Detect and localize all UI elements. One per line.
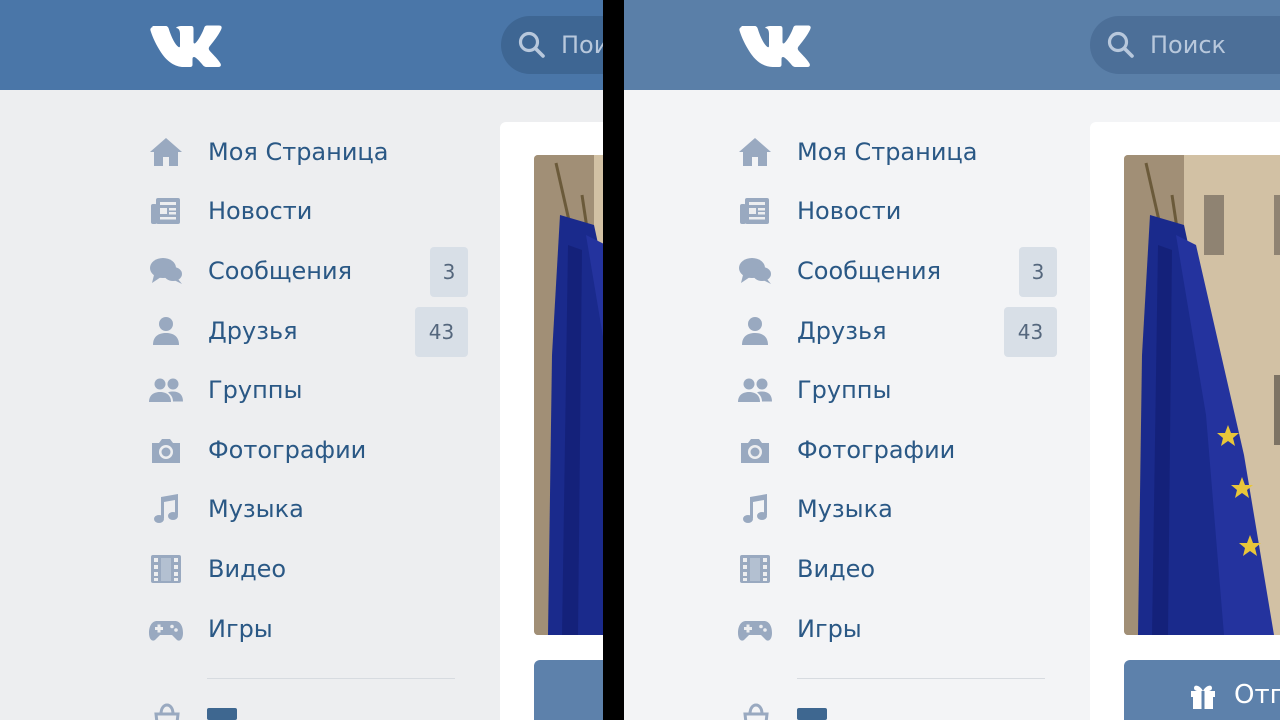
search-box[interactable]: Поиск (1090, 16, 1280, 74)
games-icon (737, 611, 773, 647)
menu-item-news[interactable]: Новости (737, 182, 1057, 242)
menu-item-photos[interactable]: Фотографии (148, 420, 468, 480)
search-icon (517, 30, 547, 60)
menu-item-games[interactable]: Игры (737, 599, 1057, 659)
menu-item-messages[interactable]: Сообщения 3 (148, 241, 468, 301)
content-card (500, 122, 603, 720)
music-icon (737, 491, 773, 527)
eu-flags-photo[interactable] (1124, 155, 1280, 635)
messages-count-badge: 3 (1019, 247, 1057, 298)
menu-item-music[interactable]: Музыка (737, 480, 1057, 540)
menu-item-label: Моя Страница (208, 137, 389, 166)
eu-flags-photo[interactable] (534, 155, 603, 635)
menu-item-label: Музыка (208, 495, 304, 524)
menu-item-label: Новости (208, 197, 313, 226)
content-card: Отп (1090, 122, 1280, 720)
menu-item-friends[interactable]: Друзья 43 (148, 301, 468, 361)
menu-item-groups[interactable]: Группы (737, 360, 1057, 420)
menu-item-groups[interactable]: Группы (148, 360, 468, 420)
search-placeholder[interactable]: Пои (561, 31, 603, 59)
games-icon (148, 611, 184, 647)
camera-icon (148, 432, 184, 468)
menu-divider (797, 678, 1045, 679)
split-divider (603, 0, 624, 720)
menu-item-my-page[interactable]: Моя Страница (737, 122, 1057, 182)
menu-item-label: Сообщения (208, 256, 353, 285)
home-icon (737, 134, 773, 170)
menu-item-video[interactable]: Видео (737, 539, 1057, 599)
menu-item-label: Игры (797, 614, 862, 643)
home-icon (148, 134, 184, 170)
bag-icon[interactable] (150, 702, 184, 720)
menu-item-label: Игры (208, 614, 273, 643)
menu-item-label: Фотографии (797, 435, 956, 464)
bag-icon[interactable] (739, 702, 773, 720)
menu-item-music[interactable]: Музыка (148, 480, 468, 540)
send-gift-button[interactable]: Отп (1124, 660, 1280, 720)
gift-icon (1188, 680, 1218, 710)
menu-item-label: Фотографии (208, 435, 367, 464)
menu-item-friends[interactable]: Друзья 43 (737, 301, 1057, 361)
top-header: Пои (0, 0, 603, 90)
menu-item-video[interactable]: Видео (148, 539, 468, 599)
groups-icon (737, 372, 773, 408)
cropped-menu-item[interactable] (797, 708, 827, 720)
menu-item-label: Музыка (797, 495, 893, 524)
search-placeholder[interactable]: Поиск (1150, 31, 1226, 59)
camera-icon (737, 432, 773, 468)
side-menu: Моя Страница Новости Сообщения 3 Друзья … (737, 122, 1057, 658)
messages-count-badge: 3 (430, 247, 468, 298)
video-icon (148, 551, 184, 587)
friends-icon (737, 313, 773, 349)
send-gift-button[interactable] (534, 660, 603, 720)
vk-logo-icon[interactable] (739, 22, 811, 68)
video-icon (737, 551, 773, 587)
news-icon (148, 193, 184, 229)
vk-panel-left: Пои Моя Страница Новости Сообщения 3 Дру… (0, 0, 603, 720)
send-gift-label: Отп (1234, 680, 1280, 710)
search-box[interactable]: Пои (501, 16, 603, 74)
menu-item-label: Видео (797, 554, 876, 583)
music-icon (148, 491, 184, 527)
menu-item-label: Друзья (797, 316, 887, 345)
friends-icon (148, 313, 184, 349)
menu-item-label: Новости (797, 197, 902, 226)
menu-item-label: Видео (208, 554, 287, 583)
menu-item-label: Друзья (208, 316, 298, 345)
side-menu: Моя Страница Новости Сообщения 3 Друзья … (148, 122, 468, 658)
menu-item-games[interactable]: Игры (148, 599, 468, 659)
news-icon (737, 193, 773, 229)
menu-item-label: Сообщения (797, 256, 942, 285)
menu-item-my-page[interactable]: Моя Страница (148, 122, 468, 182)
groups-icon (148, 372, 184, 408)
messages-icon (737, 253, 773, 289)
menu-item-messages[interactable]: Сообщения 3 (737, 241, 1057, 301)
vk-panel-right: Поиск Моя Страница Новости Сообщения 3 Д… (624, 0, 1280, 720)
messages-icon (148, 253, 184, 289)
cropped-menu-item[interactable] (207, 708, 237, 720)
menu-item-label: Группы (797, 376, 892, 405)
friends-count-badge: 43 (1004, 306, 1057, 357)
search-icon (1106, 30, 1136, 60)
menu-item-label: Моя Страница (797, 137, 978, 166)
vk-logo-icon[interactable] (150, 22, 222, 68)
menu-divider (207, 678, 455, 679)
menu-item-news[interactable]: Новости (148, 182, 468, 242)
menu-item-photos[interactable]: Фотографии (737, 420, 1057, 480)
friends-count-badge: 43 (415, 306, 468, 357)
menu-item-label: Группы (208, 376, 303, 405)
top-header: Поиск (624, 0, 1280, 90)
